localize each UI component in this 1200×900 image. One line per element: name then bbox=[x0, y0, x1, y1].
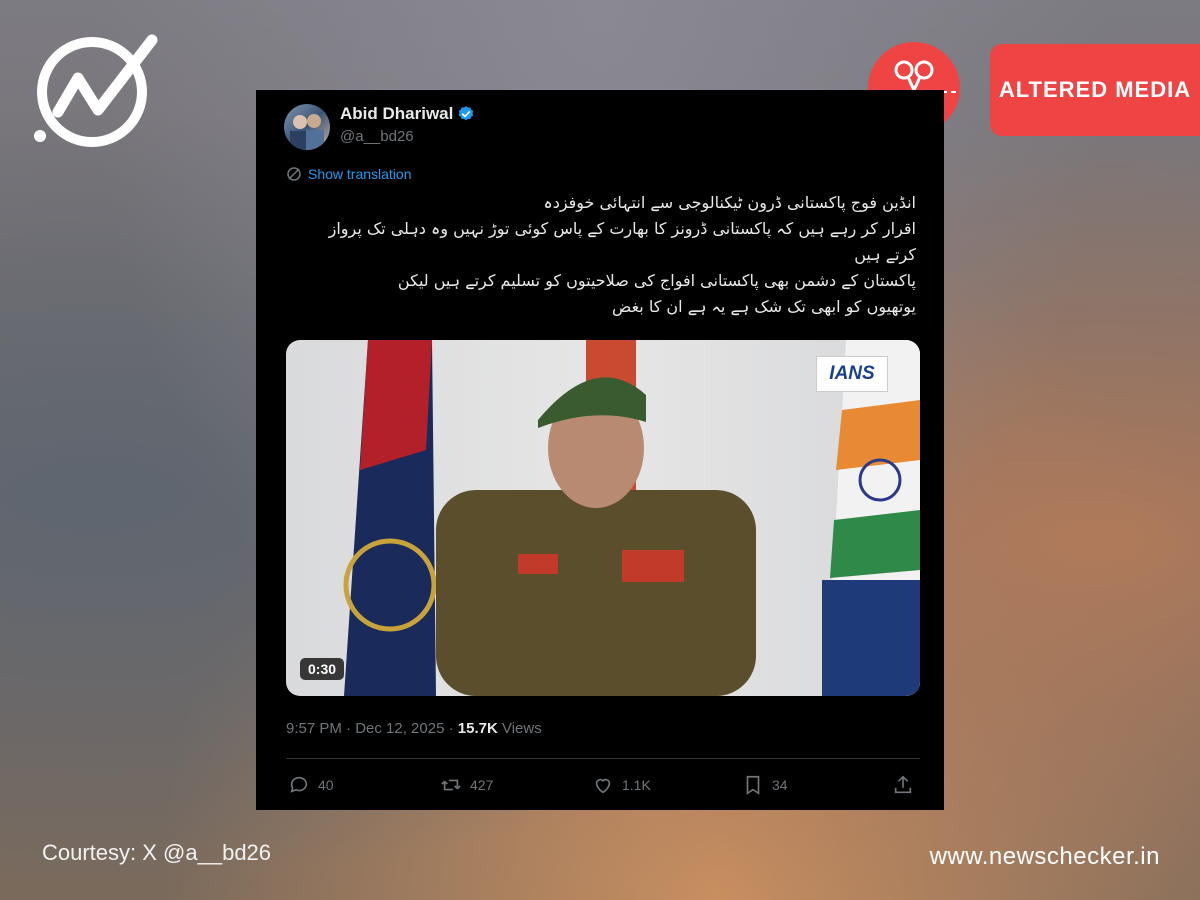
repost-icon bbox=[441, 779, 461, 791]
tweet-text-line: انڈین فوج پاکستانی ڈرون ٹیکنالوجی سے انت… bbox=[543, 193, 916, 212]
tweet-actions: 40 427 1.1K 34 bbox=[286, 774, 920, 798]
courtesy-caption: Courtesy: X @a__bd26 bbox=[42, 840, 272, 865]
show-translation-link[interactable]: Show translation bbox=[286, 166, 412, 182]
tweet-text: انڈین فوج پاکستانی ڈرون ٹیکنالوجی سے انت… bbox=[286, 190, 916, 320]
like-button[interactable]: 1.1K bbox=[592, 774, 651, 796]
ians-watermark: IANS bbox=[816, 356, 888, 392]
avatar[interactable] bbox=[284, 104, 330, 150]
video-frame-image bbox=[343, 340, 920, 696]
translate-icon bbox=[287, 167, 301, 181]
share-button[interactable] bbox=[892, 774, 914, 796]
show-translation-label: Show translation bbox=[308, 166, 412, 182]
altered-media-badge: ALTERED MEDIA bbox=[990, 44, 1200, 136]
author-name[interactable]: Abid Dhariwal bbox=[340, 104, 453, 124]
tweet-text-line: اقرار کر رہے ہیں کہ پاکستانی ڈرونز کا بھ… bbox=[328, 219, 916, 238]
views-count: 15.7K bbox=[457, 720, 498, 737]
repost-button[interactable]: 427 bbox=[440, 774, 493, 796]
tweet-text-line: یوتھیوں کو ابھی تک شک ہے یہ ہے ان کا بغض bbox=[611, 297, 916, 316]
newschecker-logo-icon bbox=[34, 34, 158, 147]
author-handle[interactable]: @a__bd26 bbox=[340, 128, 414, 145]
bookmark-count: 34 bbox=[772, 777, 788, 793]
reply-button[interactable]: 40 bbox=[288, 774, 334, 796]
tweet-timestamp[interactable]: 9:57 PM · Dec 12, 2025 · bbox=[286, 720, 458, 737]
reply-icon bbox=[290, 776, 308, 793]
bookmark-icon bbox=[746, 775, 760, 795]
avatar-image-icon bbox=[290, 114, 324, 150]
reply-count: 40 bbox=[318, 777, 334, 793]
site-url[interactable]: www.newschecker.in bbox=[930, 843, 1160, 871]
verified-badge-icon bbox=[458, 106, 474, 121]
repost-count: 427 bbox=[470, 777, 494, 793]
video-duration: 0:30 bbox=[300, 658, 345, 680]
tweet-card: Abid Dhariwal @a__bd26 Show translation … bbox=[256, 90, 944, 810]
heart-icon bbox=[595, 778, 611, 794]
tweet-text-line: پاکستان کے دشمن بھی پاکستانی افواج کی صل… bbox=[397, 271, 916, 290]
like-count: 1.1K bbox=[622, 777, 651, 793]
divider bbox=[286, 758, 920, 759]
tweet-meta: 9:57 PM · Dec 12, 2025 · 15.7K Views bbox=[286, 720, 542, 737]
views-label: Views bbox=[497, 720, 542, 737]
tweet-text-line: کرتے ہیں bbox=[854, 245, 916, 264]
video-player[interactable]: IANS 0:30 bbox=[286, 340, 920, 696]
bookmark-button[interactable]: 34 bbox=[742, 774, 788, 796]
share-icon bbox=[894, 775, 912, 794]
